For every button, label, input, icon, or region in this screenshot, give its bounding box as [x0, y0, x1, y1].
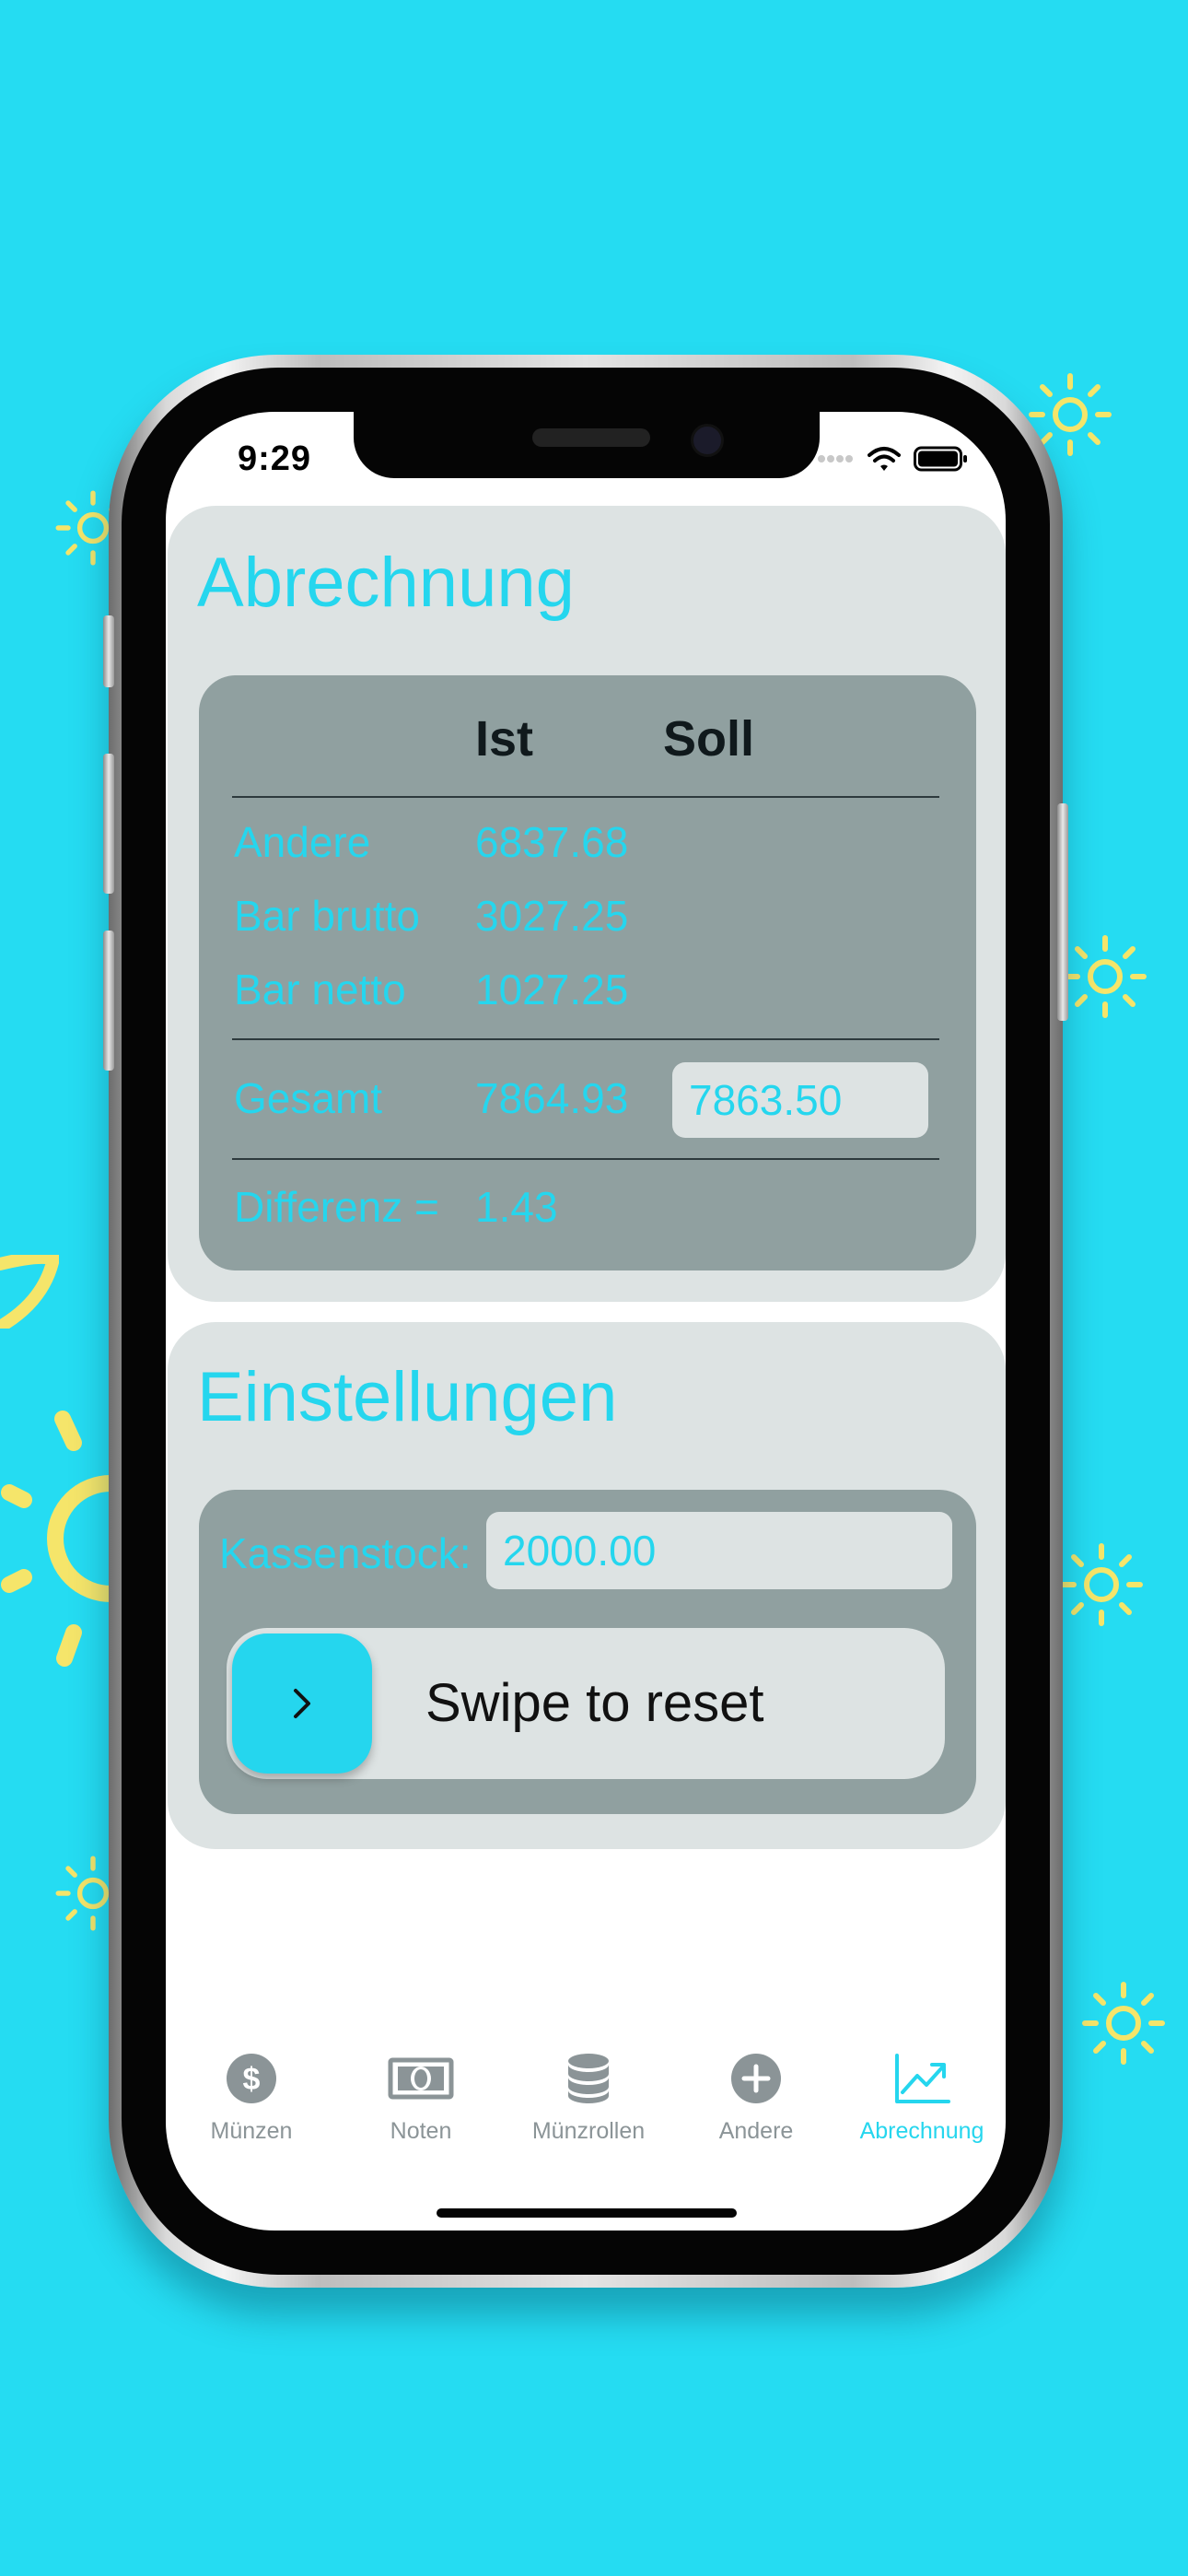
- row-label-andere: Andere: [234, 818, 371, 866]
- tab-abrechnung[interactable]: Abrechnung: [838, 2052, 1006, 2153]
- swipe-to-reset-slider[interactable]: Swipe to reset: [227, 1628, 945, 1779]
- home-indicator: [437, 2208, 737, 2218]
- tab-andere[interactable]: Andere: [672, 2052, 840, 2153]
- swipe-handle[interactable]: [232, 1633, 372, 1774]
- svg-text:$: $: [243, 2062, 261, 2097]
- front-camera: [691, 424, 724, 457]
- tab-muenzrollen[interactable]: Münzrollen: [505, 2052, 672, 2153]
- ist-header: Ist: [475, 711, 534, 767]
- kassenstock-label: Kassenstock:: [219, 1529, 472, 1577]
- totals-divider: [232, 1038, 939, 1040]
- row-label-bar-netto: Bar netto: [234, 966, 406, 1013]
- differenz-divider: [232, 1158, 939, 1160]
- summary-panel: Ist Soll Andere 6837.68 Bar brutto 3027.…: [199, 675, 976, 1270]
- abrechnung-title: Abrechnung: [197, 544, 575, 622]
- sun-decoration-icon: [1060, 1543, 1143, 1626]
- einstellungen-card: Einstellungen Kassenstock: 2000.00 Swipe…: [168, 1322, 1006, 1849]
- status-icons: [818, 445, 969, 473]
- swipe-label: Swipe to reset: [425, 1673, 764, 1733]
- chart-trend-icon: [895, 2054, 950, 2103]
- speaker-grille: [532, 428, 650, 447]
- volume-down-button: [103, 931, 114, 1071]
- gesamt-ist-value: 7864.93: [475, 1074, 629, 1122]
- kassenstock-input[interactable]: 2000.00: [486, 1512, 952, 1589]
- power-button: [1057, 803, 1068, 1021]
- tab-label: Noten: [390, 2118, 452, 2144]
- notch: [354, 412, 820, 478]
- sun-decoration-icon: [1082, 1982, 1165, 2065]
- header-divider: [232, 796, 939, 798]
- phone-screen: 9:29 Abrechnung Ist Soll Andere 6837.68 …: [166, 412, 1006, 2231]
- row-value-bar-brutto: 3027.25: [475, 892, 629, 940]
- signal-dots-icon: [818, 455, 853, 463]
- volume-up-button: [103, 754, 114, 894]
- tab-label: Münzen: [210, 2118, 293, 2144]
- wifi-icon: [868, 447, 901, 471]
- tab-label: Abrechnung: [859, 2118, 984, 2144]
- silent-switch: [103, 615, 114, 687]
- soll-input[interactable]: 7863.50: [672, 1062, 928, 1138]
- abrechnung-card: Abrechnung Ist Soll Andere 6837.68 Bar b…: [168, 506, 1006, 1302]
- chevron-right-icon: [294, 1689, 310, 1718]
- leaf-decoration-icon: [0, 1255, 59, 1329]
- settings-panel: Kassenstock: 2000.00 Swipe to reset: [199, 1490, 976, 1814]
- tab-bar: $ Münzen Noten Münzrollen Andere Abrechn…: [166, 2052, 1006, 2153]
- tab-label: Andere: [718, 2118, 794, 2144]
- dollar-coin-icon: $: [227, 2054, 276, 2103]
- plus-circle-icon: [731, 2054, 781, 2103]
- row-value-bar-netto: 1027.25: [475, 966, 629, 1013]
- tab-noten[interactable]: Noten: [337, 2052, 505, 2153]
- sun-decoration-icon: [1064, 935, 1147, 1018]
- differenz-label: Differenz =: [234, 1183, 439, 1231]
- row-value-andere: 6837.68: [475, 818, 629, 866]
- tab-muenzen[interactable]: $ Münzen: [168, 2052, 335, 2153]
- gesamt-label: Gesamt: [234, 1074, 383, 1122]
- coin-roll-icon: [568, 2054, 609, 2103]
- banknote-icon: [388, 2057, 454, 2100]
- differenz-value: 1.43: [475, 1183, 558, 1231]
- row-label-bar-brutto: Bar brutto: [234, 892, 420, 940]
- status-time: 9:29: [238, 439, 312, 478]
- tab-label: Münzrollen: [531, 2118, 646, 2144]
- soll-header: Soll: [663, 711, 755, 767]
- battery-icon: [914, 446, 967, 472]
- einstellungen-title: Einstellungen: [197, 1358, 618, 1436]
